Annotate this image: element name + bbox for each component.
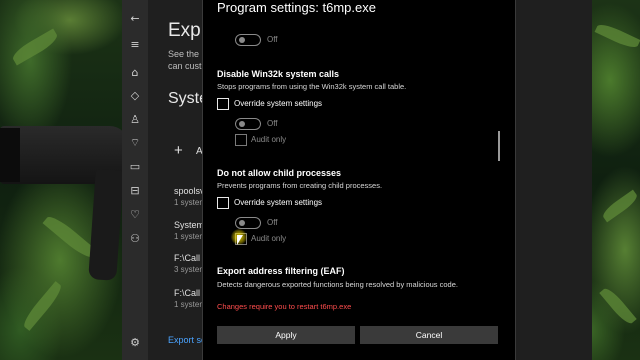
hamburger-icon[interactable]: ≡: [128, 38, 142, 52]
nav-rail: ← ≡ ⌂ ◇ ♙ ⌔ ▭ ⊟ ♡ ⚇ ⚙: [122, 0, 148, 360]
section-desc-eaf: Detects dangerous exported functions bei…: [217, 280, 458, 289]
top-toggle[interactable]: [235, 34, 261, 46]
wifi-icon[interactable]: ⌔: [128, 136, 142, 150]
toggle-label-win32k: Off: [267, 119, 278, 128]
page-description: can cust: [168, 61, 202, 71]
apply-button[interactable]: Apply: [217, 326, 355, 344]
toggle-knob: [239, 37, 245, 43]
audit-label-win32k: Audit only: [251, 135, 287, 144]
rifle-butt-image: [0, 128, 20, 182]
export-settings-link[interactable]: Export se: [168, 335, 206, 345]
window-icon[interactable]: ▭: [128, 160, 142, 174]
mouse-cursor-icon: [237, 235, 243, 245]
gear-icon[interactable]: ⚙: [128, 336, 142, 350]
section-title-win32k: Disable Win32k system calls: [217, 69, 339, 79]
program-settings-dialog: Program settings: t6mp.exe Off Disable W…: [202, 0, 516, 360]
override-checkbox-win32k[interactable]: [217, 98, 229, 110]
section-desc-child-processes: Prevents programs from creating child pr…: [217, 181, 383, 190]
home-icon[interactable]: ⌂: [128, 66, 142, 80]
program-item-title[interactable]: spoolsv: [174, 186, 205, 196]
laptop-icon[interactable]: ⊟: [128, 184, 142, 198]
dialog-title: Program settings: t6mp.exe: [217, 0, 376, 15]
override-checkbox-child-processes[interactable]: [217, 197, 229, 209]
audit-checkbox-win32k[interactable]: [235, 134, 247, 146]
back-arrow-icon[interactable]: ←: [128, 12, 142, 26]
section-desc-win32k: Stops programs from using the Win32k sys…: [217, 82, 407, 91]
cancel-button[interactable]: Cancel: [360, 326, 498, 344]
section-title-child-processes: Do not allow child processes: [217, 168, 342, 178]
scrollbar-thumb[interactable]: [498, 131, 500, 161]
shield-icon[interactable]: ◇: [128, 89, 142, 103]
add-icon[interactable]: +: [174, 142, 183, 159]
restart-warning: Changes require you to restart t6mp.exe: [217, 302, 352, 311]
page-description: See the: [168, 49, 200, 59]
override-label-child-processes: Override system settings: [234, 198, 323, 207]
family-icon[interactable]: ⚇: [128, 232, 142, 246]
heart-icon[interactable]: ♡: [128, 208, 142, 222]
toggle-win32k[interactable]: [235, 118, 261, 130]
audit-label-child-processes: Audit only: [251, 234, 287, 243]
toggle-knob: [239, 220, 245, 226]
toggle-label: Off: [267, 35, 278, 44]
toggle-child-processes[interactable]: [235, 217, 261, 229]
program-item-title[interactable]: System: [174, 220, 204, 230]
section-title-eaf: Export address filtering (EAF): [217, 266, 345, 276]
person-icon[interactable]: ♙: [128, 113, 142, 127]
override-label-win32k: Override system settings: [234, 99, 323, 108]
toggle-knob: [239, 121, 245, 127]
toggle-label-child-processes: Off: [267, 218, 278, 227]
